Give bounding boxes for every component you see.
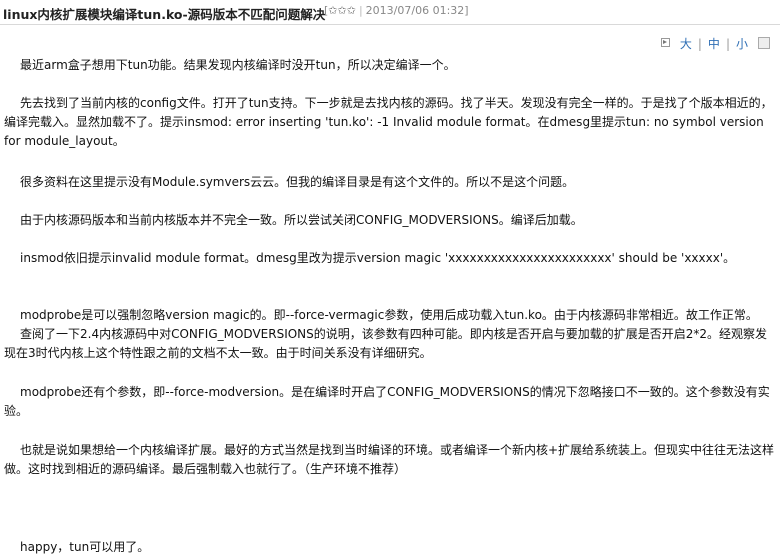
star-icon[interactable]: ✩: [328, 4, 337, 17]
article-paragraph: modprobe还有个参数，即--force-modversion。是在编译时开…: [4, 385, 770, 418]
article-paragraph: 很多资料在这里提示没有Module.symvers云云。但我的编译目录是有这个文…: [20, 175, 575, 189]
rating-stars[interactable]: ✩✩✩: [328, 4, 356, 17]
article-paragraph: insmod依旧提示invalid module format。dmesg里改为…: [20, 251, 736, 265]
font-size-separator: |: [697, 37, 702, 51]
article-header: linux内核扩展模块编译tun.ko-源码版本不匹配问题解决 [✩✩✩ | 201…: [0, 0, 780, 25]
article-paragraph: 由于内核源码版本和当前内核版本并不完全一致。所以尝试关闭CONFIG_MODVE…: [20, 213, 583, 227]
article-paragraph: 查阅了一下2.4内核源码中对CONFIG_MODVERSIONS的说明，该参数有…: [4, 327, 768, 360]
article-title: linux内核扩展模块编译tun.ko-源码版本不匹配问题解决: [3, 7, 326, 22]
article-paragraph: modprobe是可以强制忽略version magic的。即--force-v…: [20, 308, 758, 322]
font-size-large-link[interactable]: 大: [680, 37, 692, 51]
font-size-separator: |: [725, 37, 730, 51]
article-paragraph: 先去找到了当前内核的config文件。打开了tun支持。下一步就是去找内核的源码…: [4, 96, 773, 148]
meta-separator: |: [358, 4, 363, 17]
article-paragraph: 也就是说如果想给一个内核编译扩展。最好的方式当然是找到当时编译的环境。或者编译一…: [4, 443, 775, 476]
play-arrow-icon: [660, 38, 670, 47]
font-size-medium-link[interactable]: 中: [708, 37, 720, 51]
article-meta: [✩✩✩ | 2013/07/06 01:32]: [324, 4, 469, 17]
star-icon[interactable]: ✩: [338, 4, 347, 17]
meta-bracket-close: ]: [464, 4, 469, 17]
article-paragraph: 最近arm盒子想用下tun功能。结果发现内核编译时没开tun，所以决定编译一个。: [20, 58, 456, 72]
font-size-small-link[interactable]: 小: [736, 37, 748, 51]
post-date: 2013/07/06 01:32: [365, 4, 465, 17]
font-size-toolbar: 大 | 中 | 小: [660, 35, 770, 52]
star-icon[interactable]: ✩: [347, 4, 356, 17]
close-icon[interactable]: [758, 37, 770, 49]
article-paragraph: happy，tun可以用了。: [20, 540, 150, 554]
